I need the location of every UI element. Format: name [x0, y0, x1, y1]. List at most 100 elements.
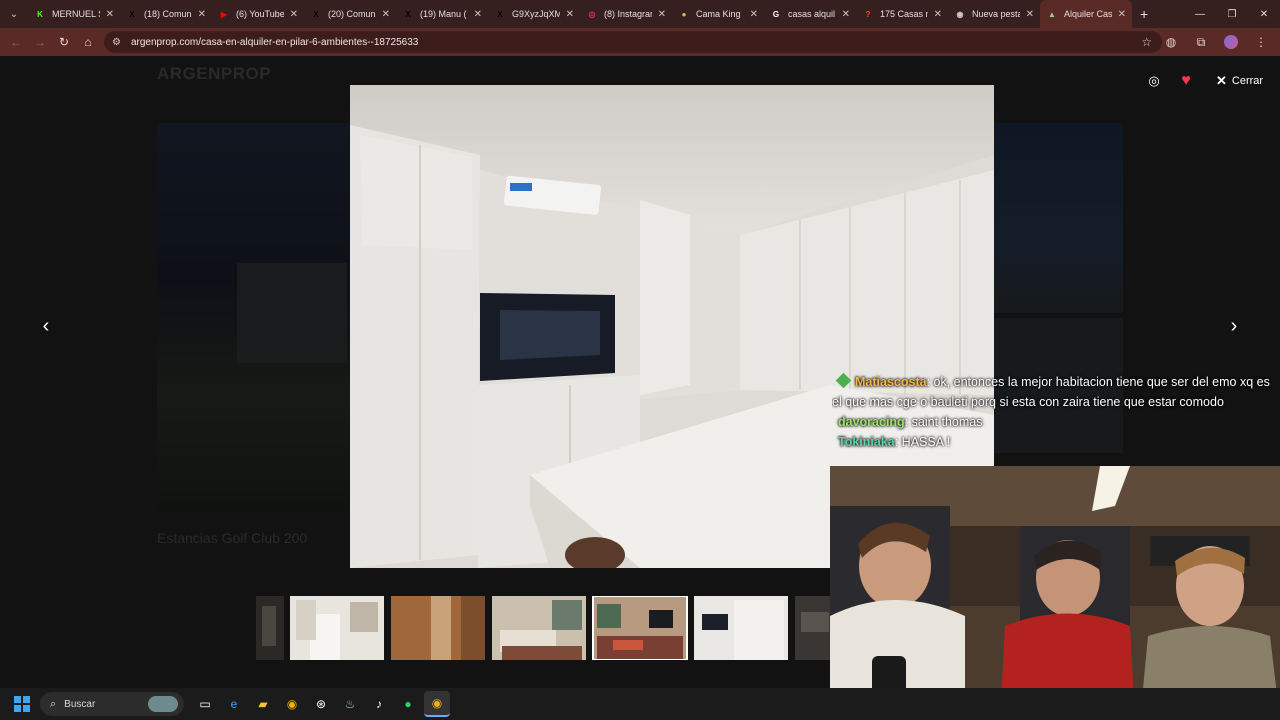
close-gallery-label: Cerrar — [1231, 75, 1264, 87]
close-tab-icon[interactable]: ✕ — [474, 9, 482, 20]
chat-text: : HASSA ! — [894, 435, 951, 449]
chat-username: davoracing — [838, 415, 905, 429]
tab-title: (20) Comuni — [328, 9, 376, 19]
close-gallery-button[interactable]: ✕ Cerrar — [1216, 73, 1263, 89]
close-tab-icon[interactable]: ✕ — [750, 9, 758, 20]
close-tab-icon[interactable]: ✕ — [934, 9, 942, 20]
task-view-icon[interactable]: ▭ — [192, 691, 218, 717]
chat-message: Tokiniaka: HASSA ! — [832, 432, 1280, 452]
taskbar-search[interactable]: ⌕ Buscar — [40, 692, 184, 716]
steam-icon[interactable]: ♨ — [337, 691, 363, 717]
edge-icon[interactable]: e — [221, 691, 247, 717]
thumbnail-selected[interactable] — [592, 596, 688, 660]
stream-chat: Matiascosta: ok, entonces la mejor habit… — [832, 372, 1280, 466]
site-icon: ? — [865, 9, 871, 19]
tab-title: casas alquil — [788, 9, 836, 19]
browser-tab[interactable]: ▲ Alquiler Cas ✕ — [1040, 0, 1132, 28]
browser-tab[interactable]: X (18) Comuni ✕ — [120, 0, 212, 28]
argenprop-icon: ▲ — [1048, 9, 1056, 19]
chrome-active-icon[interactable]: ◉ — [424, 691, 450, 717]
tab-title: Nueva pesta — [972, 9, 1020, 19]
kick-icon: K — [37, 9, 43, 19]
site-info-icon[interactable]: ⚙ — [112, 37, 121, 48]
chat-username: Tokiniaka — [838, 435, 895, 449]
site-icon: ● — [681, 9, 687, 19]
tab-title: (8) Instagram — [604, 9, 652, 19]
browser-tab[interactable]: X G9XyzJqXM ✕ — [488, 0, 580, 28]
windows-taskbar: ⌕ Buscar ▭ e ▰ ◉ ⊛ ♨ ♪ ● ◉ — [0, 688, 1280, 720]
chat-message: Matiascosta: ok, entonces la mejor habit… — [832, 372, 1280, 412]
listing-title: Estancias Golf Club 200 — [157, 530, 308, 546]
subscriber-badge-icon — [835, 372, 852, 389]
streamer-webcam — [830, 466, 1280, 720]
hide-icon[interactable]: ◎ — [1145, 72, 1163, 90]
site-logo: ARGENPROP — [157, 64, 272, 83]
close-tab-icon[interactable]: ✕ — [106, 9, 114, 20]
browser-tab[interactable]: K MERNUEL S ✕ — [28, 0, 120, 28]
next-photo-button[interactable]: › — [1222, 314, 1246, 338]
spotify-icon[interactable]: ● — [395, 691, 421, 717]
search-highlight-image — [148, 696, 178, 712]
close-window-icon[interactable]: ✕ — [1248, 0, 1280, 28]
listing-hero-photo — [157, 123, 350, 511]
x-icon: X — [129, 9, 135, 19]
thumbnail[interactable] — [391, 596, 485, 660]
tab-title: (19) Manu ( — [420, 9, 467, 19]
new-tab-button[interactable]: + — [1140, 6, 1148, 22]
browser-tab[interactable]: ◎ (8) Instagram ✕ — [580, 0, 672, 28]
close-tab-icon[interactable]: ✕ — [198, 9, 206, 20]
x-icon: X — [405, 9, 411, 19]
browser-tab[interactable]: X (20) Comuni ✕ — [304, 0, 396, 28]
browser-tab[interactable]: ● Cama King ✕ — [672, 0, 764, 28]
extension-icon[interactable]: ◍ — [1158, 29, 1184, 55]
close-tab-icon[interactable]: ✕ — [566, 9, 574, 20]
tab-search-icon[interactable]: ⌄ — [0, 0, 28, 28]
reload-icon[interactable]: ↻ — [52, 30, 76, 54]
x-icon: X — [313, 9, 319, 19]
close-tab-icon[interactable]: ✕ — [290, 9, 298, 20]
browser-tab[interactable]: ▶ (6) YouTube ✕ — [212, 0, 304, 28]
bookmark-star-icon[interactable]: ☆ — [1141, 35, 1152, 49]
profile-avatar[interactable] — [1218, 29, 1244, 55]
youtube-icon: ▶ — [220, 9, 228, 19]
close-tab-icon[interactable]: ✕ — [842, 9, 850, 20]
back-icon[interactable]: ← — [4, 30, 28, 54]
app-icon[interactable]: ⊛ — [308, 691, 334, 717]
thumbnail[interactable] — [290, 596, 384, 660]
thumbnail[interactable] — [256, 596, 284, 660]
browser-tab[interactable]: X (19) Manu ( ✕ — [396, 0, 488, 28]
url-text: argenprop.com/casa-en-alquiler-en-pilar-… — [130, 36, 419, 48]
extensions-puzzle-icon[interactable]: ⧉ — [1188, 29, 1214, 55]
tab-title: MERNUEL S — [52, 9, 100, 19]
tab-title: G9XyzJqXM — [512, 9, 560, 19]
file-explorer-icon[interactable]: ▰ — [250, 691, 276, 717]
close-tab-icon[interactable]: ✕ — [658, 9, 666, 20]
close-tab-icon[interactable]: ✕ — [1026, 9, 1034, 20]
thumbnail[interactable] — [492, 596, 586, 660]
forward-icon[interactable]: → — [28, 30, 52, 54]
browser-tab[interactable]: ◉ Nueva pesta ✕ — [948, 0, 1040, 28]
thumbnail[interactable] — [795, 596, 830, 660]
minimize-icon[interactable]: — — [1184, 0, 1216, 28]
chrome-icon: ◉ — [956, 9, 964, 19]
listing-side-photo — [994, 123, 1123, 313]
close-icon: ✕ — [1216, 73, 1227, 88]
previous-photo-button[interactable]: ‹ — [34, 314, 58, 338]
instagram-icon: ◎ — [588, 9, 596, 19]
close-tab-icon[interactable]: ✕ — [1118, 9, 1126, 20]
maximize-icon[interactable]: ❐ — [1216, 0, 1248, 28]
browser-tab[interactable]: ? 175 Casas m ✕ — [856, 0, 948, 28]
address-bar[interactable]: ⚙ argenprop.com/casa-en-alquiler-en-pila… — [104, 31, 1162, 53]
tiktok-icon[interactable]: ♪ — [366, 691, 392, 717]
thumbnail[interactable] — [694, 596, 788, 660]
chrome-icon[interactable]: ◉ — [279, 691, 305, 717]
more-menu-icon[interactable]: ⋮ — [1248, 29, 1274, 55]
favorite-heart-icon[interactable]: ♥ — [1176, 71, 1196, 91]
home-icon[interactable]: ⌂ — [76, 30, 100, 54]
close-tab-icon[interactable]: ✕ — [382, 9, 390, 20]
thumbnail-strip — [256, 596, 830, 660]
toolbar-extensions: ◍ ⧉ ⋮ — [1158, 28, 1274, 56]
windows-start-icon[interactable] — [14, 696, 30, 712]
browser-tab[interactable]: Gcasas alquil ✕ — [764, 0, 856, 28]
tab-title: 175 Casas m — [880, 9, 928, 19]
